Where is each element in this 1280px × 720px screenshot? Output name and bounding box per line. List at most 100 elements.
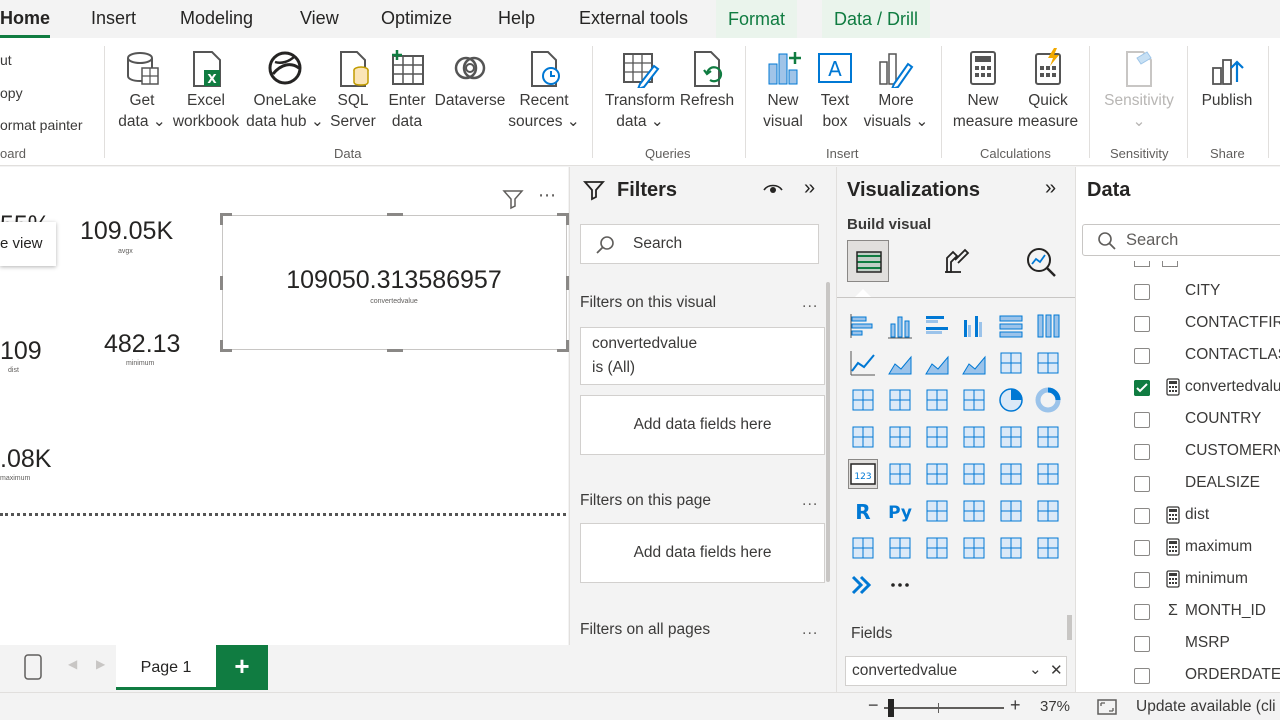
sensitivity-button[interactable]: Sensitivity ⌄ — [1100, 48, 1178, 132]
checkbox[interactable] — [1134, 316, 1150, 332]
more-options-icon[interactable]: ⋯ — [538, 185, 557, 206]
gauge-icon[interactable] — [1034, 423, 1062, 451]
button-slicer-icon[interactable] — [960, 534, 988, 562]
table-icon[interactable] — [997, 460, 1025, 488]
data-field-row[interactable]: CONTACTLAS — [1134, 340, 1280, 372]
field-well-convertedvalue[interactable]: convertedvalue ⌄ ✕ — [845, 656, 1067, 686]
dataverse-button[interactable]: Dataverse — [434, 48, 506, 111]
decomposition-tree-icon[interactable] — [960, 497, 988, 525]
line-chart-icon[interactable] — [849, 349, 877, 377]
data-field-row[interactable]: CITY — [1134, 276, 1280, 308]
stacked-area-icon[interactable] — [923, 349, 951, 377]
data-field-row[interactable]: ORDERDATE — [1134, 660, 1280, 692]
page-tab-1[interactable]: Page 1 — [116, 645, 216, 690]
checkbox[interactable] — [1134, 444, 1150, 460]
kpi-icon[interactable] — [923, 460, 951, 488]
eye-icon[interactable] — [763, 181, 783, 197]
more-visuals-button[interactable]: More visuals ⌄ — [862, 48, 930, 132]
checkbox[interactable] — [1134, 412, 1150, 428]
scatter-icon[interactable] — [960, 386, 988, 414]
publish-button[interactable]: Publish — [1196, 48, 1258, 111]
tab-external-tools[interactable]: External tools — [579, 8, 688, 29]
sql-server-button[interactable]: SQL Server — [328, 48, 378, 132]
checkbox[interactable] — [1134, 508, 1150, 524]
onelake-data-hub-button[interactable]: OneLake data hub ⌄ — [244, 48, 326, 132]
card-icon[interactable]: 123 — [848, 459, 878, 489]
filters-scrollbar[interactable] — [826, 282, 830, 582]
resize-handle[interactable] — [220, 340, 223, 352]
paginated-report-icon[interactable] — [886, 534, 914, 562]
filter-card-convertedvalue[interactable]: convertedvalue is (All) — [580, 327, 825, 385]
more-visuals-icon[interactable] — [886, 571, 914, 599]
funnel-icon[interactable] — [923, 386, 951, 414]
tab-insert[interactable]: Insert — [91, 8, 136, 29]
data-field-row[interactable]: DEALSIZE — [1134, 468, 1280, 500]
scroll-left-icon[interactable]: ◀ — [68, 657, 77, 671]
get-data-button[interactable]: Get data ⌄ — [114, 48, 170, 132]
add-page-button[interactable]: + — [216, 645, 268, 690]
azure-map-icon[interactable] — [997, 423, 1025, 451]
stacked-column-icon[interactable] — [886, 312, 914, 340]
tab-view[interactable]: View — [300, 8, 339, 29]
checkbox-checked[interactable] — [1134, 380, 1150, 396]
treemap-icon[interactable] — [849, 423, 877, 451]
resize-handle[interactable] — [220, 213, 223, 225]
recent-sources-button[interactable]: Recent sources ⌄ — [508, 48, 580, 132]
data-search-input[interactable]: Search — [1082, 224, 1280, 256]
zoom-slider[interactable] — [884, 707, 1004, 709]
filters-search-input[interactable]: Search — [580, 224, 819, 264]
slicer-icon[interactable] — [960, 460, 988, 488]
card-visual[interactable]: 109050.313586957 convertedvalue — [220, 213, 569, 352]
data-field-row[interactable]: minimum — [1134, 564, 1280, 596]
zoom-out-button[interactable]: − — [868, 695, 879, 716]
zoom-slider-thumb[interactable] — [888, 699, 894, 717]
checkbox[interactable] — [1134, 348, 1150, 364]
data-field-row[interactable]: CUSTOMERNA — [1134, 436, 1280, 468]
collapse-visualizations-icon[interactable]: » — [1045, 177, 1056, 200]
new-measure-button[interactable]: New measure — [950, 48, 1016, 132]
python-visual-icon[interactable]: Py — [886, 497, 914, 525]
clustered-column-icon[interactable] — [960, 312, 988, 340]
build-visual-tab[interactable] — [847, 240, 889, 282]
excel-workbook-button[interactable]: X Excel workbook — [172, 48, 240, 132]
card-new-icon[interactable] — [923, 534, 951, 562]
stacked-bar-icon[interactable] — [849, 312, 877, 340]
checkbox[interactable] — [1134, 284, 1150, 300]
shape-map-icon[interactable] — [960, 423, 988, 451]
text-box-button[interactable]: A Text box — [812, 48, 858, 132]
resize-handle[interactable] — [387, 213, 403, 216]
100-stacked-bar-icon[interactable] — [997, 312, 1025, 340]
checkbox[interactable] — [1134, 540, 1150, 556]
metrics-icon[interactable] — [849, 534, 877, 562]
analytics-icon[interactable] — [1025, 246, 1057, 278]
filled-map-icon[interactable] — [923, 423, 951, 451]
100-stacked-column-icon[interactable] — [1034, 312, 1062, 340]
100-stacked-area-icon[interactable] — [960, 349, 988, 377]
checkbox[interactable] — [1134, 604, 1150, 620]
data-field-row[interactable]: COUNTRY — [1134, 404, 1280, 436]
collapse-filters-icon[interactable]: » — [804, 177, 815, 200]
format-painter-button[interactable]: ormat painter — [0, 117, 82, 133]
tab-optimize[interactable]: Optimize — [381, 8, 452, 29]
more-options-icon[interactable]: ... — [802, 294, 818, 312]
smart-narrative-icon[interactable] — [1034, 497, 1062, 525]
fit-to-page-icon[interactable] — [1096, 698, 1118, 716]
data-field-row[interactable]: MSRP — [1134, 628, 1280, 660]
more-options-icon[interactable]: ... — [802, 621, 818, 639]
key-influencers-icon[interactable] — [923, 497, 951, 525]
scroll-right-icon[interactable]: ▶ — [96, 657, 105, 671]
waterfall-icon[interactable] — [886, 386, 914, 414]
line-stacked-column-icon[interactable] — [1034, 349, 1062, 377]
update-available-link[interactable]: Update available (cli — [1136, 698, 1276, 716]
pie-icon[interactable] — [997, 386, 1025, 414]
tab-modeling[interactable]: Modeling — [180, 8, 253, 29]
transform-data-button[interactable]: Transform data ⌄ — [602, 48, 678, 132]
data-field-row[interactable]: Σ MONTH_ID — [1134, 596, 1280, 628]
enter-data-button[interactable]: Enter data — [384, 48, 430, 132]
close-icon[interactable]: ✕ — [1050, 661, 1063, 679]
format-visual-icon[interactable] — [941, 246, 971, 276]
resize-handle[interactable] — [387, 349, 403, 352]
data-field-row[interactable]: CONTACTFIRS — [1134, 308, 1280, 340]
new-visual-button[interactable]: New visual — [756, 48, 810, 132]
line-clustered-column-icon[interactable] — [997, 349, 1025, 377]
